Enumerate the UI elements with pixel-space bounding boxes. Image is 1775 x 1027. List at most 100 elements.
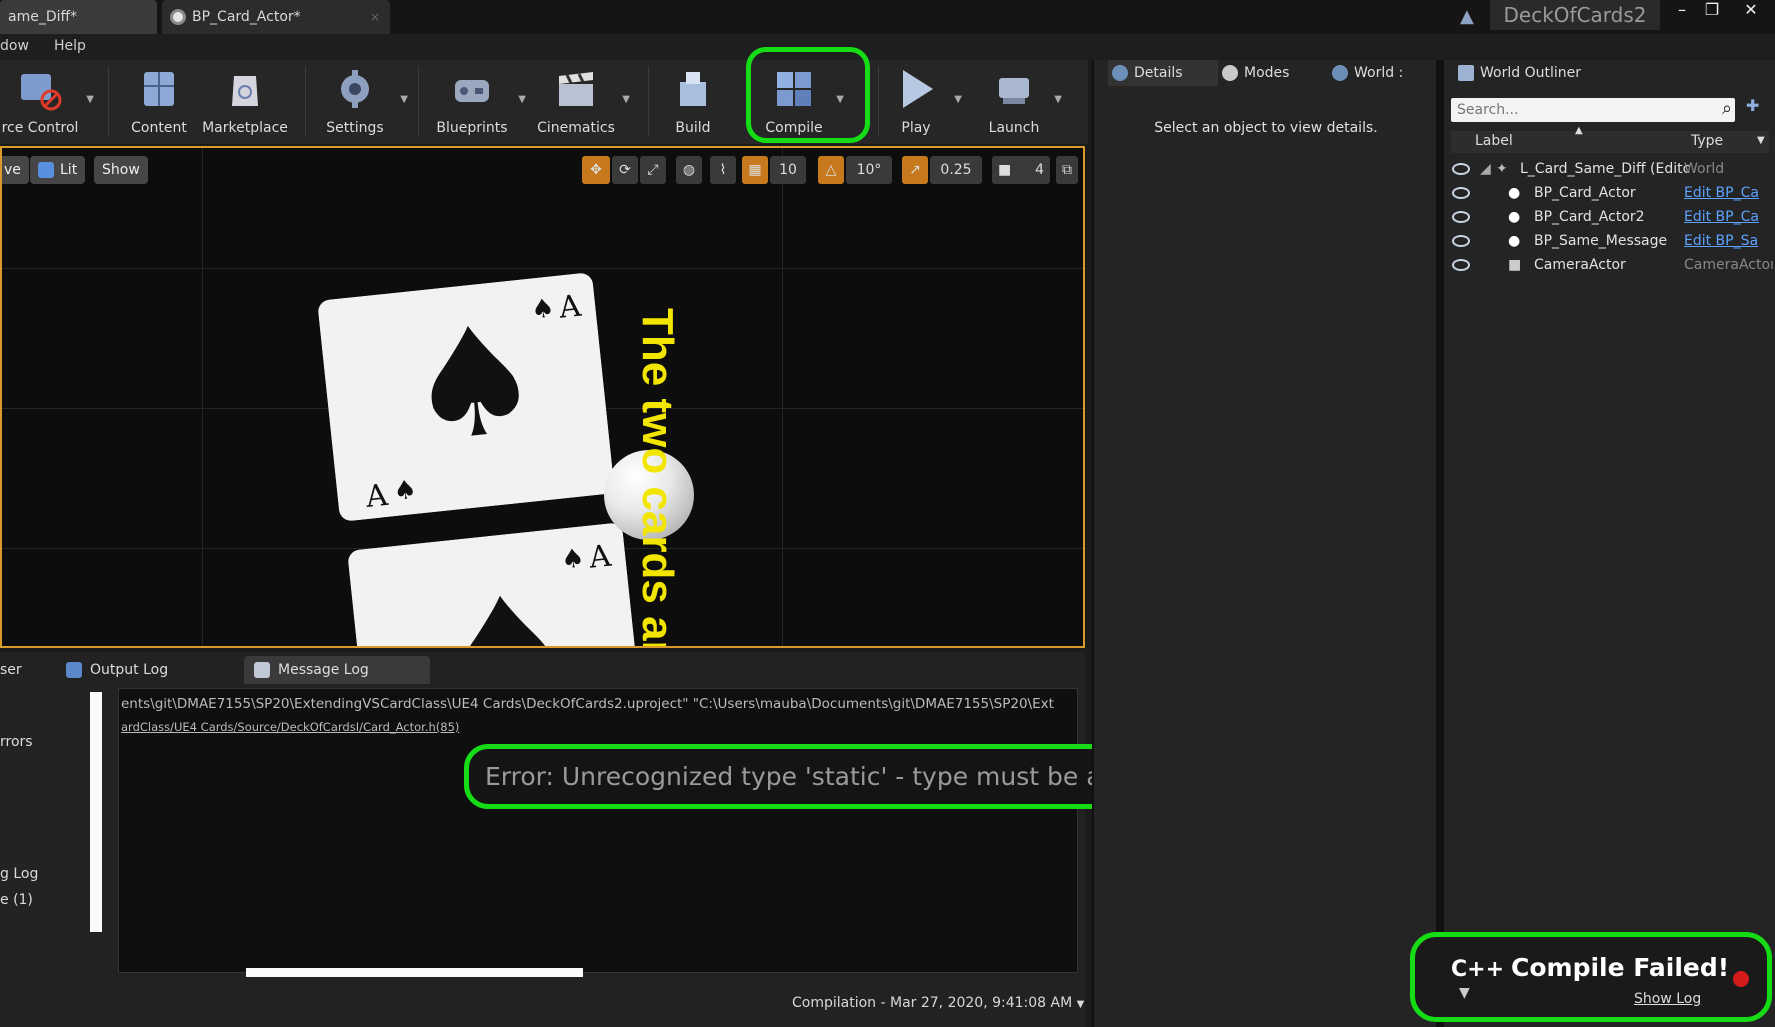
chevron-down-icon[interactable]: ▼ bbox=[954, 94, 962, 105]
chevron-down-icon[interactable]: ▼ bbox=[518, 94, 526, 105]
scale-snap-icon[interactable]: ↗ bbox=[902, 156, 928, 184]
column-type[interactable]: Type bbox=[1691, 133, 1723, 149]
row-label: CameraActor bbox=[1534, 257, 1626, 273]
outliner-row[interactable]: ◢ ✦ L_Card_Same_Diff (Editc World bbox=[1444, 158, 1775, 182]
log-source-link[interactable]: ardClass/UE4 Cards/Source/DeckOfCardsI/C… bbox=[121, 720, 459, 734]
tab-modes-label: Modes bbox=[1244, 65, 1290, 81]
rotate-tool-icon[interactable]: ⟳ bbox=[612, 156, 638, 184]
viewport-perspective-button[interactable]: ve bbox=[2, 156, 29, 184]
visibility-eye-icon[interactable] bbox=[1452, 259, 1470, 271]
view-options-icon[interactable]: ✚ bbox=[1746, 96, 1759, 115]
restore-icon[interactable]: ❐ bbox=[1698, 0, 1726, 22]
chevron-down-icon[interactable]: ▼ bbox=[1054, 94, 1062, 105]
settings-button[interactable]: Settings ▼ bbox=[316, 60, 408, 144]
menu-bar: dow Help bbox=[0, 34, 1775, 60]
tab-world-settings[interactable]: World : bbox=[1328, 60, 1432, 86]
column-label[interactable]: Label bbox=[1475, 133, 1513, 149]
content-button[interactable]: Content bbox=[122, 60, 196, 144]
panel-divider[interactable] bbox=[1436, 60, 1444, 1027]
message-log-area[interactable]: ents\git\DMAE7155\SP20\ExtendingVSCardCl… bbox=[118, 688, 1078, 973]
card-ace-of-spades-top[interactable]: A ♠ ♠ A ♠ bbox=[317, 272, 615, 522]
unreal-logo-icon: ▲ bbox=[1460, 6, 1474, 27]
tab-content-browser[interactable]: ser bbox=[0, 656, 46, 684]
blueprints-label: Blueprints bbox=[436, 120, 508, 136]
marketplace-button[interactable]: Marketplace bbox=[200, 60, 290, 144]
maximize-viewport-icon[interactable]: ⧉ bbox=[1056, 156, 1078, 184]
scale-tool-icon[interactable]: ⤢ bbox=[640, 156, 666, 184]
tab-world-outliner[interactable]: World Outliner bbox=[1454, 60, 1614, 86]
edit-blueprint-link[interactable]: Edit BP_Ca bbox=[1684, 209, 1759, 225]
log-category-errors[interactable]: rrors bbox=[0, 734, 33, 750]
outliner-row[interactable]: ● BP_Card_Actor2 Edit BP_Ca bbox=[1444, 206, 1775, 230]
launch-icon bbox=[999, 78, 1029, 104]
tab-message-log[interactable]: Message Log bbox=[244, 656, 430, 684]
log-category-compile[interactable]: e (1) bbox=[0, 892, 33, 908]
overlay-message-text: The two cards are bbox=[633, 308, 682, 648]
level-viewport[interactable]: ve Lit Show ✥ ⟳ ⤢ ◍ ⌇ ▦ 10 △ 10° ↗ 0.25 … bbox=[0, 146, 1085, 648]
search-icon[interactable]: ⌕ bbox=[1722, 98, 1732, 119]
tab-bp-card-actor[interactable]: BP_Card_Actor* × bbox=[162, 0, 390, 34]
source-control-button[interactable]: rce Control ▼ bbox=[0, 60, 94, 144]
close-icon[interactable]: ✕ bbox=[1737, 0, 1765, 22]
translate-tool-icon[interactable]: ✥ bbox=[582, 156, 610, 184]
row-label: BP_Same_Message bbox=[1534, 233, 1668, 249]
log-category-log[interactable]: g Log bbox=[0, 866, 38, 882]
outliner-search-input[interactable] bbox=[1451, 98, 1735, 122]
visibility-eye-icon[interactable] bbox=[1452, 163, 1470, 175]
build-button[interactable]: Build bbox=[660, 60, 726, 144]
outliner-row[interactable]: ● BP_Card_Actor Edit BP_Ca bbox=[1444, 182, 1775, 206]
chevron-down-icon[interactable]: ▼ bbox=[1757, 135, 1765, 146]
rotation-snap-value[interactable]: 10° bbox=[846, 156, 892, 184]
surface-snap-icon[interactable]: ⌇ bbox=[710, 156, 736, 184]
show-log-link[interactable]: Show Log bbox=[1634, 991, 1701, 1007]
launch-button[interactable]: Launch ▼ bbox=[980, 60, 1062, 144]
blueprints-button[interactable]: Blueprints ▼ bbox=[432, 60, 526, 144]
play-button[interactable]: Play ▼ bbox=[884, 60, 962, 144]
play-icon bbox=[903, 70, 933, 108]
minimize-icon[interactable]: – bbox=[1668, 0, 1696, 22]
tab-details[interactable]: Details bbox=[1108, 60, 1218, 86]
outliner-row[interactable]: ■ CameraActor CameraActoı bbox=[1444, 254, 1775, 278]
tree-collapse-icon[interactable]: ◢ bbox=[1480, 161, 1491, 177]
menu-help[interactable]: Help bbox=[54, 38, 86, 54]
rotation-snap-icon[interactable]: △ bbox=[818, 156, 844, 184]
log-horizontal-scrollbar[interactable] bbox=[246, 968, 583, 977]
tab-close-icon[interactable]: × bbox=[370, 0, 380, 34]
tab-level[interactable]: ame_Diff* bbox=[0, 0, 157, 34]
svg-text:A: A bbox=[556, 289, 583, 326]
tab-modes[interactable]: Modes bbox=[1218, 60, 1328, 86]
camera-speed[interactable]: ■ 4 bbox=[992, 156, 1050, 184]
grid-snap-value[interactable]: 10 bbox=[770, 156, 806, 184]
toolbar-separator bbox=[418, 66, 419, 136]
viewport-lit-button[interactable]: Lit bbox=[30, 156, 86, 184]
edit-blueprint-link[interactable]: Edit BP_Sa bbox=[1684, 233, 1758, 249]
tab-output-log-label: Output Log bbox=[90, 662, 169, 678]
toolbar-separator bbox=[305, 66, 306, 136]
toolbar-separator bbox=[108, 66, 109, 136]
card-ace-of-spades-bottom[interactable]: A ♠ ♠ bbox=[347, 522, 645, 648]
grid-snap-icon[interactable]: ▦ bbox=[742, 156, 768, 184]
tab-output-log[interactable]: Output Log bbox=[56, 656, 236, 684]
category-scrollbar[interactable] bbox=[90, 692, 102, 932]
tab-world-label: World : bbox=[1354, 65, 1404, 81]
chevron-down-icon[interactable]: ▼ bbox=[86, 94, 94, 105]
chevron-down-icon[interactable]: ▼ bbox=[622, 94, 630, 105]
visibility-eye-icon[interactable] bbox=[1452, 235, 1470, 247]
visibility-eye-icon[interactable] bbox=[1452, 187, 1470, 199]
row-label: BP_Card_Actor2 bbox=[1534, 209, 1645, 225]
source-control-icon bbox=[21, 74, 62, 111]
menu-window[interactable]: dow bbox=[0, 38, 29, 54]
compile-highlight bbox=[746, 47, 870, 143]
edit-blueprint-link[interactable]: Edit BP_Ca bbox=[1684, 185, 1759, 201]
play-label: Play bbox=[901, 120, 931, 136]
row-label: L_Card_Same_Diff (Editc bbox=[1520, 161, 1691, 177]
scale-snap-value[interactable]: 0.25 bbox=[930, 156, 982, 184]
visibility-eye-icon[interactable] bbox=[1452, 211, 1470, 223]
row-type: CameraActoı bbox=[1684, 257, 1774, 273]
chevron-down-icon[interactable]: ▼ bbox=[400, 94, 408, 105]
outliner-row[interactable]: ● BP_Same_Message Edit BP_Sa bbox=[1444, 230, 1775, 254]
world-coords-icon[interactable]: ◍ bbox=[676, 156, 702, 184]
compilation-selector[interactable]: Compilation - Mar 27, 2020, 9:41:08 AM ▼ bbox=[792, 995, 1084, 1011]
viewport-show-button[interactable]: Show bbox=[94, 156, 148, 184]
cinematics-button[interactable]: Cinematics ▼ bbox=[536, 60, 630, 144]
